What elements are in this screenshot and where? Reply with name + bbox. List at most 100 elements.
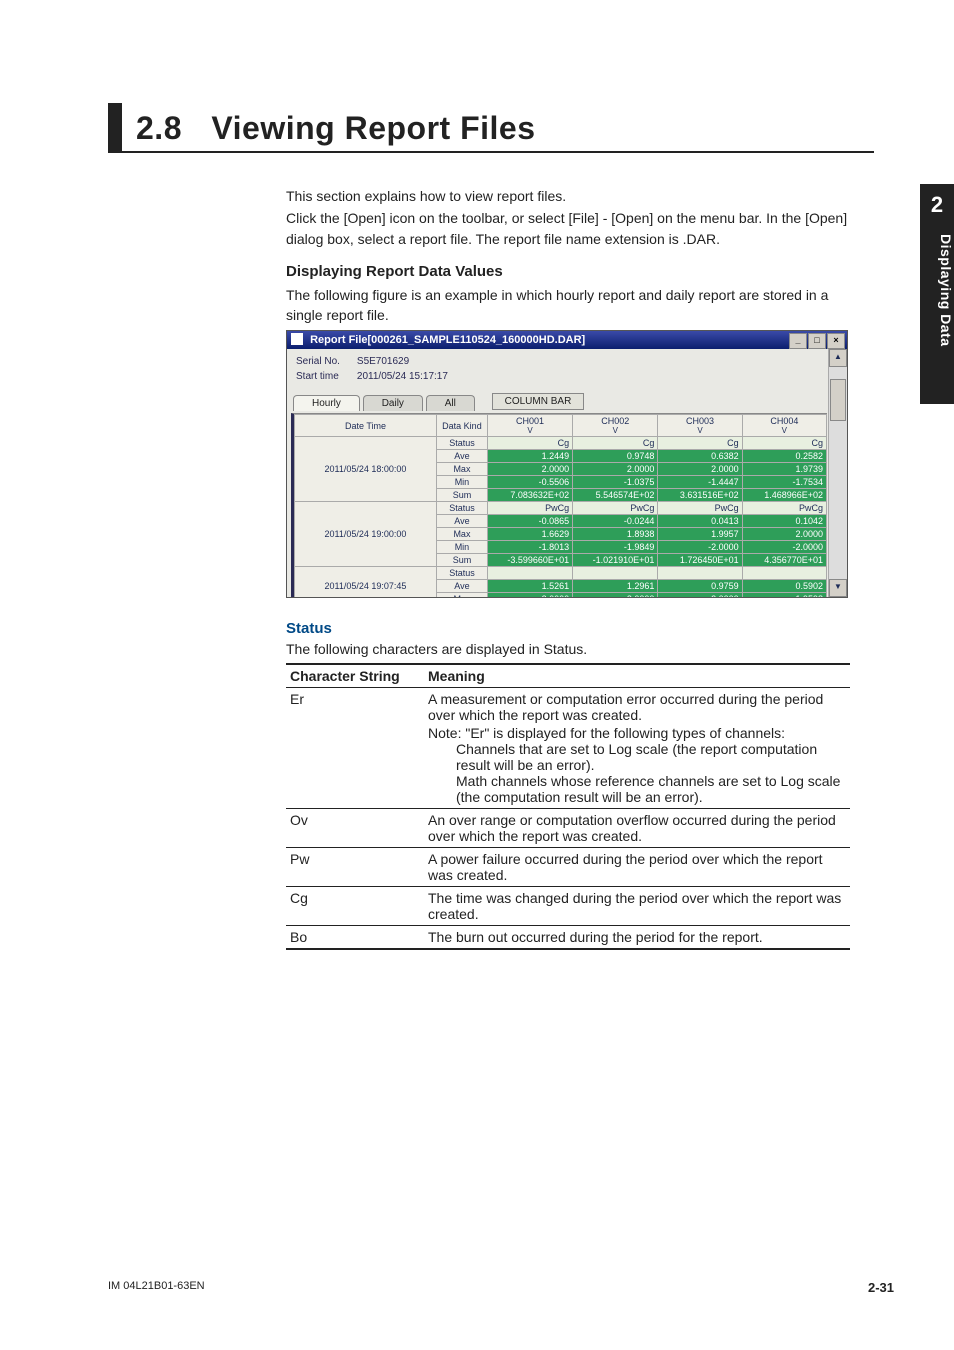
- grid-value: 0.0413: [658, 515, 742, 528]
- grid-value: -1.4447: [658, 476, 742, 489]
- grid-value: -1.9849: [573, 541, 658, 554]
- grid-kind: Min: [436, 541, 487, 554]
- grid-kind: Min: [436, 476, 487, 489]
- report-tabs: Hourly Daily All COLUMN BAR: [293, 393, 847, 413]
- grid-value: [573, 567, 658, 580]
- grid-value: Cg: [742, 437, 826, 450]
- status-meaning: The time was changed during the period o…: [424, 887, 850, 926]
- grid-value: PwCg: [658, 502, 742, 515]
- grid-value: 3.631516E+02: [658, 489, 742, 502]
- section-heading: Viewing Report Files: [211, 110, 535, 146]
- tab-all[interactable]: All: [426, 395, 475, 411]
- grid-value: 0.9759: [658, 580, 742, 593]
- chapter-number: 2: [920, 184, 954, 218]
- grid-value: [742, 567, 826, 580]
- grid-value: -3.599660E+01: [487, 554, 572, 567]
- grid-value: 0.1042: [742, 515, 826, 528]
- report-grid: Date Time Data Kind CH001V CH002V CH003V…: [291, 413, 827, 598]
- grid-kind: Ave: [436, 580, 487, 593]
- grid-kind: Max: [436, 593, 487, 599]
- grid-kind: Status: [436, 502, 487, 515]
- window-titlebar: Report File[000261_SAMPLE110524_160000HD…: [287, 331, 847, 349]
- grid-value: Cg: [658, 437, 742, 450]
- doc-id: IM 04L21B01-63EN: [108, 1280, 205, 1295]
- scroll-up-button[interactable]: ▲: [829, 349, 847, 367]
- grid-value: 2.0000: [742, 528, 826, 541]
- grid-value: 0.5902: [742, 580, 826, 593]
- grid-value: 1.2449: [487, 450, 572, 463]
- status-table: Character String Meaning ErA measurement…: [286, 663, 850, 950]
- grid-value: [658, 567, 742, 580]
- grid-value: -2.0000: [658, 541, 742, 554]
- grid-value: 2.0000: [487, 463, 572, 476]
- grid-value: PwCg: [573, 502, 658, 515]
- window-title: Report File[000261_SAMPLE110524_160000HD…: [310, 334, 585, 346]
- grid-value: 2.0000: [573, 463, 658, 476]
- grid-value: 1.6629: [487, 528, 572, 541]
- grid-value: [487, 567, 572, 580]
- grid-value: 7.083632E+02: [487, 489, 572, 502]
- chapter-title: Displaying Data: [920, 234, 954, 347]
- grid-value: 1.9957: [658, 528, 742, 541]
- subhead-displaying: Displaying Report Data Values: [286, 261, 850, 283]
- section-number: 2.8: [136, 110, 182, 146]
- status-code: Ov: [286, 809, 424, 848]
- status-meaning: An over range or computation overflow oc…: [424, 809, 850, 848]
- status-meaning: A power failure occurred during the peri…: [424, 848, 850, 887]
- page-number: 2-31: [868, 1280, 894, 1295]
- vertical-scrollbar[interactable]: ▲ ▼: [828, 349, 847, 597]
- grid-kind: Max: [436, 463, 487, 476]
- report-window: Report File[000261_SAMPLE110524_160000HD…: [286, 330, 848, 598]
- serial-value: S5E701629: [356, 355, 462, 368]
- status-intro: The following characters are displayed i…: [286, 641, 850, 657]
- th-datetime: Date Time: [295, 415, 437, 437]
- th-ch002: CH002V: [573, 415, 658, 437]
- body-text: This section explains how to view report…: [286, 186, 850, 327]
- serial-label: Serial No.: [295, 355, 354, 368]
- report-meta: Serial No. S5E701629 Start time 2011/05/…: [287, 349, 847, 387]
- grid-value: 2.0000: [658, 593, 742, 599]
- grid-value: 5.546574E+02: [573, 489, 658, 502]
- grid-value: -0.0244: [573, 515, 658, 528]
- grid-value: -0.5506: [487, 476, 572, 489]
- status-heading: Status: [286, 620, 850, 637]
- title-rule: [108, 103, 122, 153]
- start-value: 2011/05/24 15:17:17: [356, 370, 462, 383]
- grid-value: 1.5261: [487, 580, 572, 593]
- th-ch003: CH003V: [658, 415, 742, 437]
- grid-datetime: 2011/05/24 19:00:00: [295, 502, 437, 567]
- scroll-down-button[interactable]: ▼: [829, 579, 847, 597]
- th-meaning: Meaning: [424, 664, 850, 688]
- status-code: Cg: [286, 887, 424, 926]
- maximize-button[interactable]: □: [808, 333, 826, 349]
- intro-p2: Click the [Open] icon on the toolbar, or…: [286, 208, 850, 249]
- close-button[interactable]: ×: [827, 333, 845, 349]
- grid-kind: Status: [436, 567, 487, 580]
- grid-value: 0.2582: [742, 450, 826, 463]
- grid-value: 1.8938: [573, 528, 658, 541]
- grid-value: -1.021910E+01: [573, 554, 658, 567]
- grid-kind: Status: [436, 437, 487, 450]
- tab-daily[interactable]: Daily: [363, 395, 423, 411]
- grid-kind: Sum: [436, 554, 487, 567]
- grid-kind: Max: [436, 528, 487, 541]
- grid-value: 1.2961: [573, 580, 658, 593]
- minimize-button[interactable]: _: [789, 333, 807, 349]
- grid-value: -0.0865: [487, 515, 572, 528]
- status-code: Er: [286, 688, 424, 809]
- grid-kind: Ave: [436, 450, 487, 463]
- status-meaning: The burn out occurred during the period …: [424, 926, 850, 950]
- th-ch004: CH004V: [742, 415, 826, 437]
- grid-value: PwCg: [742, 502, 826, 515]
- page-footer: IM 04L21B01-63EN 2-31: [108, 1280, 894, 1295]
- grid-kind: Ave: [436, 515, 487, 528]
- grid-kind: Sum: [436, 489, 487, 502]
- grid-value: -1.8013: [487, 541, 572, 554]
- tab-hourly[interactable]: Hourly: [293, 395, 360, 411]
- column-bar-button[interactable]: COLUMN BAR: [492, 393, 585, 410]
- th-ch001: CH001V: [487, 415, 572, 437]
- status-code: Pw: [286, 848, 424, 887]
- scroll-thumb[interactable]: [830, 379, 846, 421]
- grid-value: 4.356770E+01: [742, 554, 826, 567]
- grid-value: 2.0000: [487, 593, 572, 599]
